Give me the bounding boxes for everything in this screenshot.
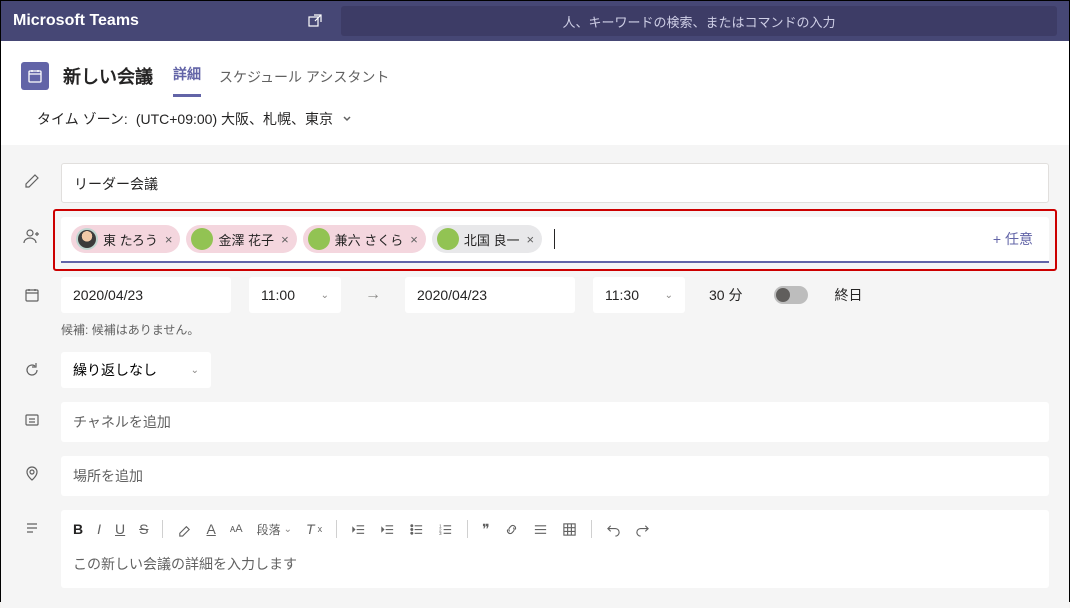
rte-numbered-list-button[interactable]: 123: [438, 522, 453, 537]
description-placeholder: この新しい会議の詳細を入力します: [73, 548, 1037, 580]
attendee-name: 兼六 さくら: [335, 230, 404, 249]
rte-outdent-button[interactable]: [351, 522, 366, 537]
text-cursor: [554, 229, 555, 249]
pencil-icon: [21, 163, 43, 189]
rte-toolbar: B I U S A ᴀA 段落 ⌄ Tx 123 ❞: [73, 518, 1037, 548]
attendees-highlight-box: 東 たろう × 金澤 花子 × 兼六 さくら × 北国 良一 × + 任意: [53, 209, 1057, 271]
remove-attendee-icon[interactable]: ×: [281, 232, 289, 247]
rte-font-size-button[interactable]: ᴀA: [230, 523, 243, 535]
remove-attendee-icon[interactable]: ×: [410, 232, 418, 247]
rte-hr-button[interactable]: [533, 522, 548, 537]
rte-quote-button[interactable]: ❞: [482, 521, 490, 538]
start-time-input[interactable]: 11:00 ⌄: [249, 277, 341, 313]
recurrence-select[interactable]: 繰り返しなし ⌄: [61, 352, 211, 388]
attendee-chip[interactable]: 兼六 さくら ×: [303, 225, 426, 253]
chevron-down-icon: ⌄: [321, 290, 329, 301]
people-icon: [21, 217, 43, 245]
page-title: 新しい会議: [63, 63, 153, 89]
search-placeholder: 人、キーワードの検索、またはコマンドの入力: [562, 12, 835, 31]
page-header: 新しい会議 詳細 スケジュール アシスタント: [1, 41, 1069, 97]
rte-clear-format-button[interactable]: Tx: [306, 521, 322, 537]
rte-redo-button[interactable]: [635, 522, 650, 537]
start-date-input[interactable]: 2020/04/23: [61, 277, 231, 313]
attendee-chip[interactable]: 金澤 花子 ×: [186, 225, 296, 253]
remove-attendee-icon[interactable]: ×: [527, 232, 535, 247]
tabs: 詳細 スケジュール アシスタント: [173, 55, 389, 97]
rte-underline-button[interactable]: U: [115, 521, 125, 537]
attendee-chip[interactable]: 東 たろう ×: [71, 225, 180, 253]
svg-text:3: 3: [439, 531, 442, 536]
attendee-chip[interactable]: 北国 良一 ×: [432, 225, 542, 253]
timezone-value: (UTC+09:00) 大阪、札幌、東京: [136, 109, 333, 129]
channel-input[interactable]: チャネルを追加: [61, 402, 1049, 442]
rte-font-color-button[interactable]: A: [206, 521, 215, 537]
avatar: [437, 228, 459, 250]
description-editor[interactable]: B I U S A ᴀA 段落 ⌄ Tx 123 ❞: [61, 510, 1049, 588]
calendar-icon: [21, 62, 49, 90]
all-day-toggle[interactable]: [774, 286, 808, 304]
avatar: [308, 228, 330, 250]
rte-table-button[interactable]: [562, 522, 577, 537]
remove-attendee-icon[interactable]: ×: [165, 232, 173, 247]
meeting-form: リーダー会議 東 たろう × 金澤 花子 × 兼六 さくら × 北国 良一 × + 任意 20…: [1, 145, 1069, 608]
top-bar: Microsoft Teams 人、キーワードの検索、またはコマンドの入力: [1, 1, 1069, 41]
location-input[interactable]: 場所を追加: [61, 456, 1049, 496]
all-day-label: 終日: [834, 285, 862, 305]
rte-bold-button[interactable]: B: [73, 521, 83, 537]
rte-strike-button[interactable]: S: [139, 521, 148, 537]
required-attendees-input[interactable]: 東 たろう × 金澤 花子 × 兼六 さくら × 北国 良一 × + 任意: [61, 217, 1049, 263]
chevron-down-icon: ⌄: [191, 365, 199, 376]
arrow-right-icon: →: [359, 286, 387, 304]
end-date-input[interactable]: 2020/04/23: [405, 277, 575, 313]
avatar: [76, 228, 98, 250]
app-title: Microsoft Teams: [13, 12, 139, 30]
rte-bulleted-list-button[interactable]: [409, 522, 424, 537]
channel-icon: [21, 402, 43, 428]
chevron-down-icon: [341, 111, 353, 127]
attendee-name: 金澤 花子: [218, 230, 274, 249]
duration-label: 30 分: [703, 285, 748, 305]
meeting-title-input[interactable]: リーダー会議: [61, 163, 1049, 203]
end-time-input[interactable]: 11:30 ⌄: [593, 277, 685, 313]
location-icon: [21, 456, 43, 482]
timezone-label: タイム ゾーン:: [37, 109, 128, 129]
attendee-name: 東 たろう: [103, 230, 158, 249]
attendee-name: 北国 良一: [464, 230, 520, 249]
avatar: [191, 228, 213, 250]
rte-italic-button[interactable]: I: [97, 521, 101, 537]
tab-scheduling-assistant[interactable]: スケジュール アシスタント: [219, 67, 389, 97]
timezone-selector[interactable]: タイム ゾーン: (UTC+09:00) 大阪、札幌、東京: [1, 97, 1069, 145]
rte-highlight-button[interactable]: [177, 522, 192, 537]
rte-undo-button[interactable]: [606, 522, 621, 537]
search-input[interactable]: 人、キーワードの検索、またはコマンドの入力: [341, 6, 1057, 36]
chevron-down-icon: ⌄: [665, 290, 673, 301]
rte-paragraph-select[interactable]: 段落 ⌄: [257, 521, 292, 538]
recurrence-icon: [21, 362, 43, 378]
rte-indent-button[interactable]: [380, 522, 395, 537]
description-icon: [21, 510, 43, 536]
clock-icon: [21, 287, 43, 303]
add-optional-attendees-button[interactable]: + 任意: [987, 229, 1039, 249]
tab-details[interactable]: 詳細: [173, 64, 201, 97]
rte-link-button[interactable]: [504, 522, 519, 537]
popout-icon[interactable]: [301, 7, 329, 35]
time-suggestions: 候補: 候補はありません。: [21, 321, 1049, 338]
